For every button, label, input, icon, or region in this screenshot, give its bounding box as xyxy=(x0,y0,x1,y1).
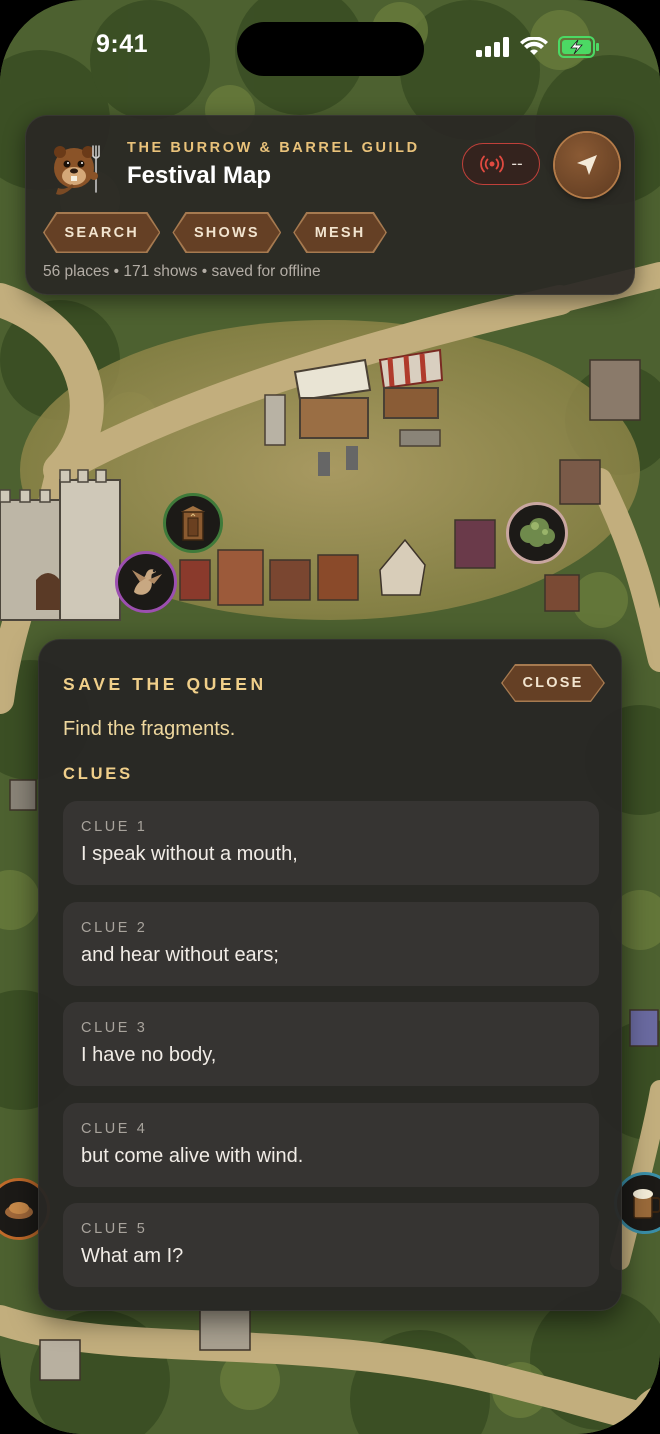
close-button-label: CLOSE xyxy=(503,666,604,701)
clue-card: CLUE 3 I have no body, xyxy=(63,1002,599,1086)
clue-text: I have no body, xyxy=(81,1044,217,1066)
clue-card: CLUE 2 and hear without ears; xyxy=(63,901,599,986)
quest-title: SAVE THE QUEEN xyxy=(63,674,267,694)
mesh-chip[interactable]: MESH xyxy=(293,212,387,253)
dragon-icon xyxy=(132,569,162,595)
clue-text: and hear without ears; xyxy=(81,943,279,966)
close-button[interactable]: CLOSE xyxy=(501,664,605,702)
shows-chip[interactable]: SHOWS xyxy=(172,212,281,253)
broadcast-signal-icon xyxy=(480,155,505,173)
bush-icon xyxy=(520,518,555,547)
marker-outhouse[interactable] xyxy=(163,493,223,553)
guild-name: THE BURROW & BARREL GUILD xyxy=(127,140,420,156)
search-chip[interactable]: SEARCH xyxy=(43,212,160,253)
status-icons xyxy=(476,36,600,58)
header-card: THE BURROW & BARREL GUILD Festival Map -… xyxy=(25,115,635,295)
clue-label: CLUE 4 xyxy=(81,1120,148,1137)
clue-label: CLUE 3 xyxy=(81,1020,148,1036)
search-chip-label: SEARCH xyxy=(45,214,159,252)
status-time: 9:41 xyxy=(96,30,149,58)
roast-food-icon xyxy=(5,1202,33,1219)
locate-me-button[interactable] xyxy=(555,133,619,197)
clue-text: I speak without a mouth, xyxy=(81,843,298,865)
shows-chip-label: SHOWS xyxy=(174,214,280,252)
clue-label: CLUE 1 xyxy=(81,819,148,835)
mesh-status-text: -- xyxy=(511,154,523,173)
dynamic-island xyxy=(237,22,424,76)
beer-mug-icon xyxy=(633,1189,660,1219)
cellular-signal-icon xyxy=(476,37,509,57)
mesh-chip-label: MESH xyxy=(295,214,386,252)
clue-label: CLUE 5 xyxy=(81,1221,148,1237)
map-stats: 56 places • 171 shows • saved for offlin… xyxy=(43,263,321,280)
wifi-icon xyxy=(520,37,548,55)
clues-heading: CLUES xyxy=(63,765,133,783)
clue-card: CLUE 1 I speak without a mouth, xyxy=(63,801,599,885)
page-title: Festival Map xyxy=(127,162,272,189)
battery-charging-icon xyxy=(558,36,599,58)
filter-chips: SEARCH SHOWS MESH xyxy=(43,212,387,253)
clue-list: CLUE 1 I speak without a mouth, CLUE 2 a… xyxy=(63,801,599,1304)
mesh-status-badge[interactable]: -- xyxy=(462,143,540,185)
clue-card: CLUE 4 but come alive with wind. xyxy=(63,1102,599,1187)
clue-label: CLUE 2 xyxy=(81,919,148,936)
marker-bush[interactable] xyxy=(506,502,568,564)
outhouse-icon xyxy=(181,506,205,541)
beaver-mascot-icon xyxy=(54,145,100,195)
location-arrow-icon xyxy=(577,155,597,175)
quest-subtitle: Find the fragments. xyxy=(63,718,236,740)
clue-text: What am I? xyxy=(81,1245,184,1267)
quest-panel: SAVE THE QUEEN CLOSE Find the fragments.… xyxy=(38,639,622,1311)
phone-screen: 9:41 THE BURROW & BARREL GUILD Festival … xyxy=(0,0,660,1434)
marker-dragon[interactable] xyxy=(115,551,177,613)
clue-text: but come alive with wind. xyxy=(81,1144,304,1167)
clue-card: CLUE 5 What am I? xyxy=(63,1203,599,1287)
